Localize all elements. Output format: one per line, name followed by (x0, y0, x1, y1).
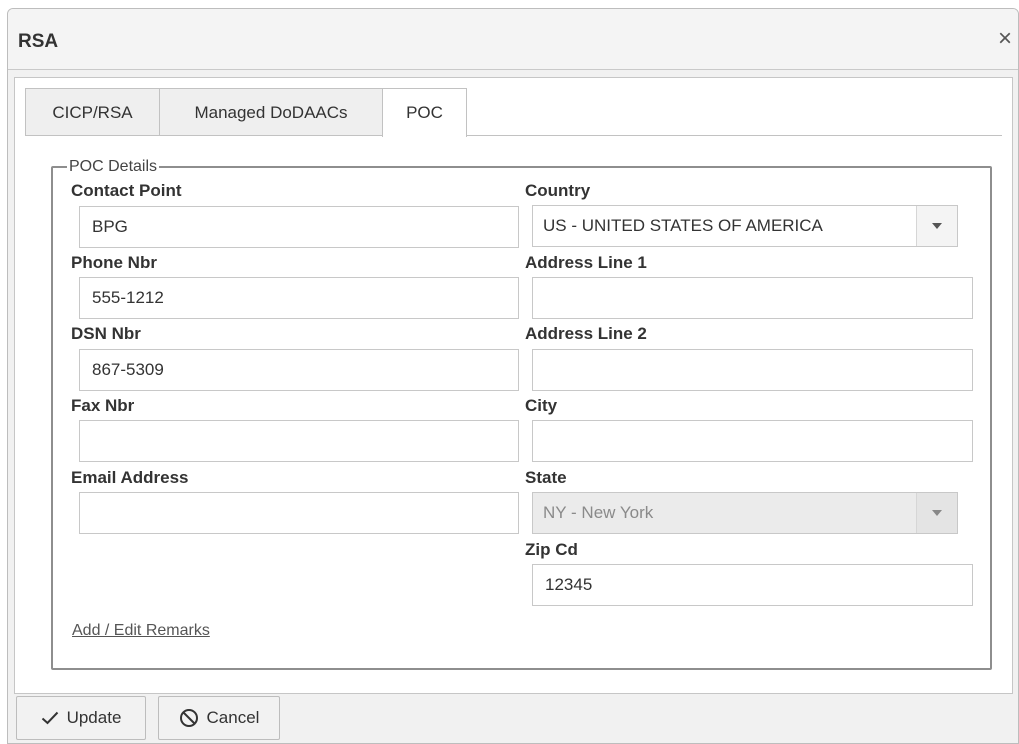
tab-bar: CICP/RSA Managed DoDAACs POC (25, 88, 467, 137)
dsn-nbr-input[interactable]: 867-5309 (79, 349, 519, 391)
country-label: Country (525, 181, 591, 200)
phone-nbr-input[interactable]: 555-1212 (79, 277, 519, 319)
chevron-down-icon[interactable] (916, 493, 957, 533)
country-select[interactable]: US - UNITED STATES OF AMERICA (532, 205, 958, 247)
zip-cd-input[interactable]: 12345 (532, 564, 973, 606)
tab-cicp-rsa[interactable]: CICP/RSA (25, 88, 160, 136)
tab-managed-dodaacs[interactable]: Managed DoDAACs (159, 88, 383, 136)
poc-details-legend: POC Details (69, 158, 158, 175)
tab-poc[interactable]: POC (382, 88, 467, 137)
fax-nbr-input[interactable] (79, 420, 519, 462)
check-icon (41, 711, 59, 725)
cancel-button[interactable]: Cancel (158, 696, 280, 740)
address-line-2-input[interactable] (532, 349, 973, 391)
cancel-circle-icon (179, 708, 199, 728)
email-address-label: Email Address (71, 468, 189, 487)
city-label: City (525, 396, 558, 415)
state-select[interactable]: NY - New York (532, 492, 958, 534)
cancel-button-label: Cancel (206, 708, 260, 727)
update-button-label: Update (66, 708, 122, 727)
fax-nbr-label: Fax Nbr (71, 396, 135, 415)
contact-point-label: Contact Point (71, 181, 182, 200)
address-line-1-label: Address Line 1 (525, 253, 647, 272)
dsn-nbr-label: DSN Nbr (71, 324, 141, 343)
close-icon[interactable]: × (998, 27, 1012, 51)
state-label: State (525, 468, 567, 487)
contact-point-input[interactable]: BPG (79, 206, 519, 248)
dialog-titlebar: RSA × (8, 9, 1018, 70)
rsa-dialog: RSA × CICP/RSA Managed DoDAACs POC POC D… (7, 8, 1019, 744)
tab-divider (25, 135, 1002, 136)
state-selected-value: NY - New York (543, 503, 654, 522)
add-edit-remarks-link[interactable]: Add / Edit Remarks (72, 622, 210, 640)
address-line-2-label: Address Line 2 (525, 324, 647, 343)
address-line-1-input[interactable] (532, 277, 973, 319)
phone-nbr-label: Phone Nbr (71, 253, 157, 272)
country-selected-value: US - UNITED STATES OF AMERICA (543, 216, 823, 235)
zip-cd-label: Zip Cd (525, 540, 578, 559)
dialog-title: RSA (18, 31, 59, 52)
update-button[interactable]: Update (16, 696, 146, 740)
dialog-content: CICP/RSA Managed DoDAACs POC POC Details… (14, 77, 1013, 694)
email-address-input[interactable] (79, 492, 519, 534)
city-input[interactable] (532, 420, 973, 462)
chevron-down-icon[interactable] (916, 206, 957, 246)
